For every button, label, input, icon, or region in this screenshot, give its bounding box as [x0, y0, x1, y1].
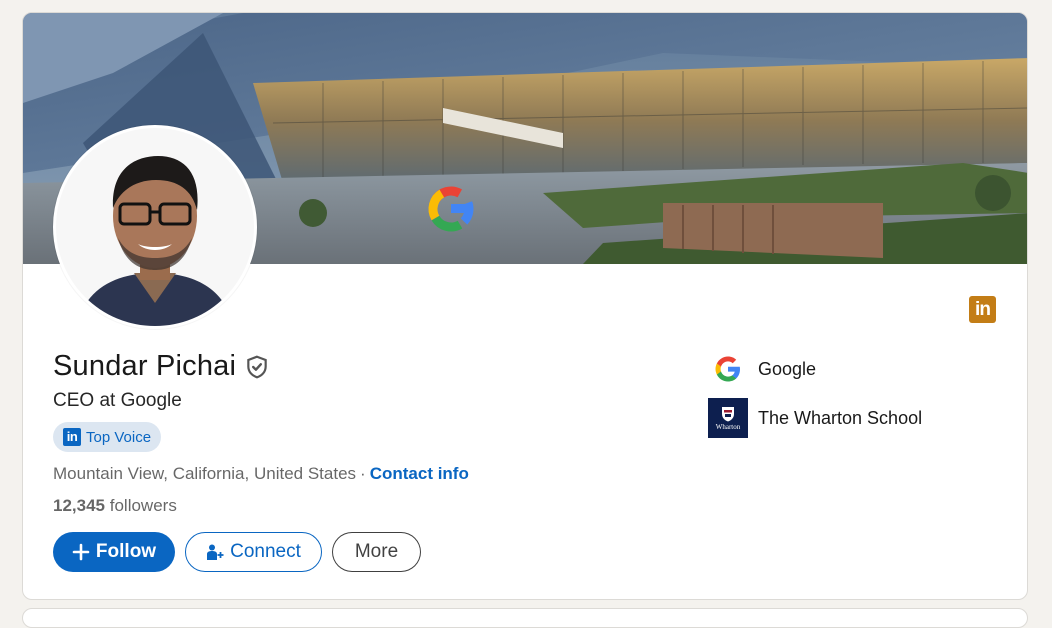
location-row: Mountain View, California, United States… — [53, 464, 469, 484]
org-name-google: Google — [758, 358, 817, 379]
contact-info-link[interactable]: Contact info — [370, 464, 469, 483]
wharton-logo: Wharton — [708, 398, 748, 438]
add-person-icon — [207, 544, 224, 560]
wharton-logo-text: Wharton — [715, 422, 741, 431]
followers-label: followers — [109, 496, 177, 515]
top-voice-badge[interactable]: in Top Voice — [53, 422, 162, 452]
linkedin-badge-icon: in — [63, 428, 81, 446]
verified-shield-icon[interactable] — [244, 354, 270, 380]
profile-name: Sundar Pichai — [53, 350, 237, 382]
wharton-crest-icon — [722, 406, 734, 421]
more-label: More — [354, 541, 399, 562]
badge-label: Top Voice — [86, 428, 152, 446]
followers-number: 12,345 — [53, 496, 105, 515]
follow-label: Follow — [95, 541, 157, 562]
separator: · — [360, 464, 366, 483]
connect-button[interactable]: Connect — [185, 532, 322, 572]
more-button[interactable]: More — [332, 532, 421, 572]
profile-avatar[interactable] — [53, 125, 257, 329]
avatar-photo — [56, 128, 254, 326]
profile-headline: CEO at Google — [53, 390, 182, 411]
org-item-wharton[interactable]: Wharton The Wharton School — [708, 398, 922, 438]
name-row: Sundar Pichai — [53, 350, 270, 383]
org-item-google[interactable]: Google — [708, 349, 816, 389]
org-name-wharton: The Wharton School — [758, 407, 923, 428]
plus-icon — [72, 543, 90, 561]
profile-location: Mountain View, California, United States — [53, 464, 357, 483]
followers-count[interactable]: 12,345 followers — [53, 496, 177, 516]
linkedin-logo-icon: in — [969, 296, 996, 323]
next-section-card — [22, 608, 1028, 628]
connect-label: Connect — [230, 541, 301, 562]
profile-card: in Sundar Pichai CEO at Google in Top Vo… — [22, 12, 1028, 600]
follow-button[interactable]: Follow — [53, 532, 175, 572]
google-logo-icon — [708, 349, 748, 389]
